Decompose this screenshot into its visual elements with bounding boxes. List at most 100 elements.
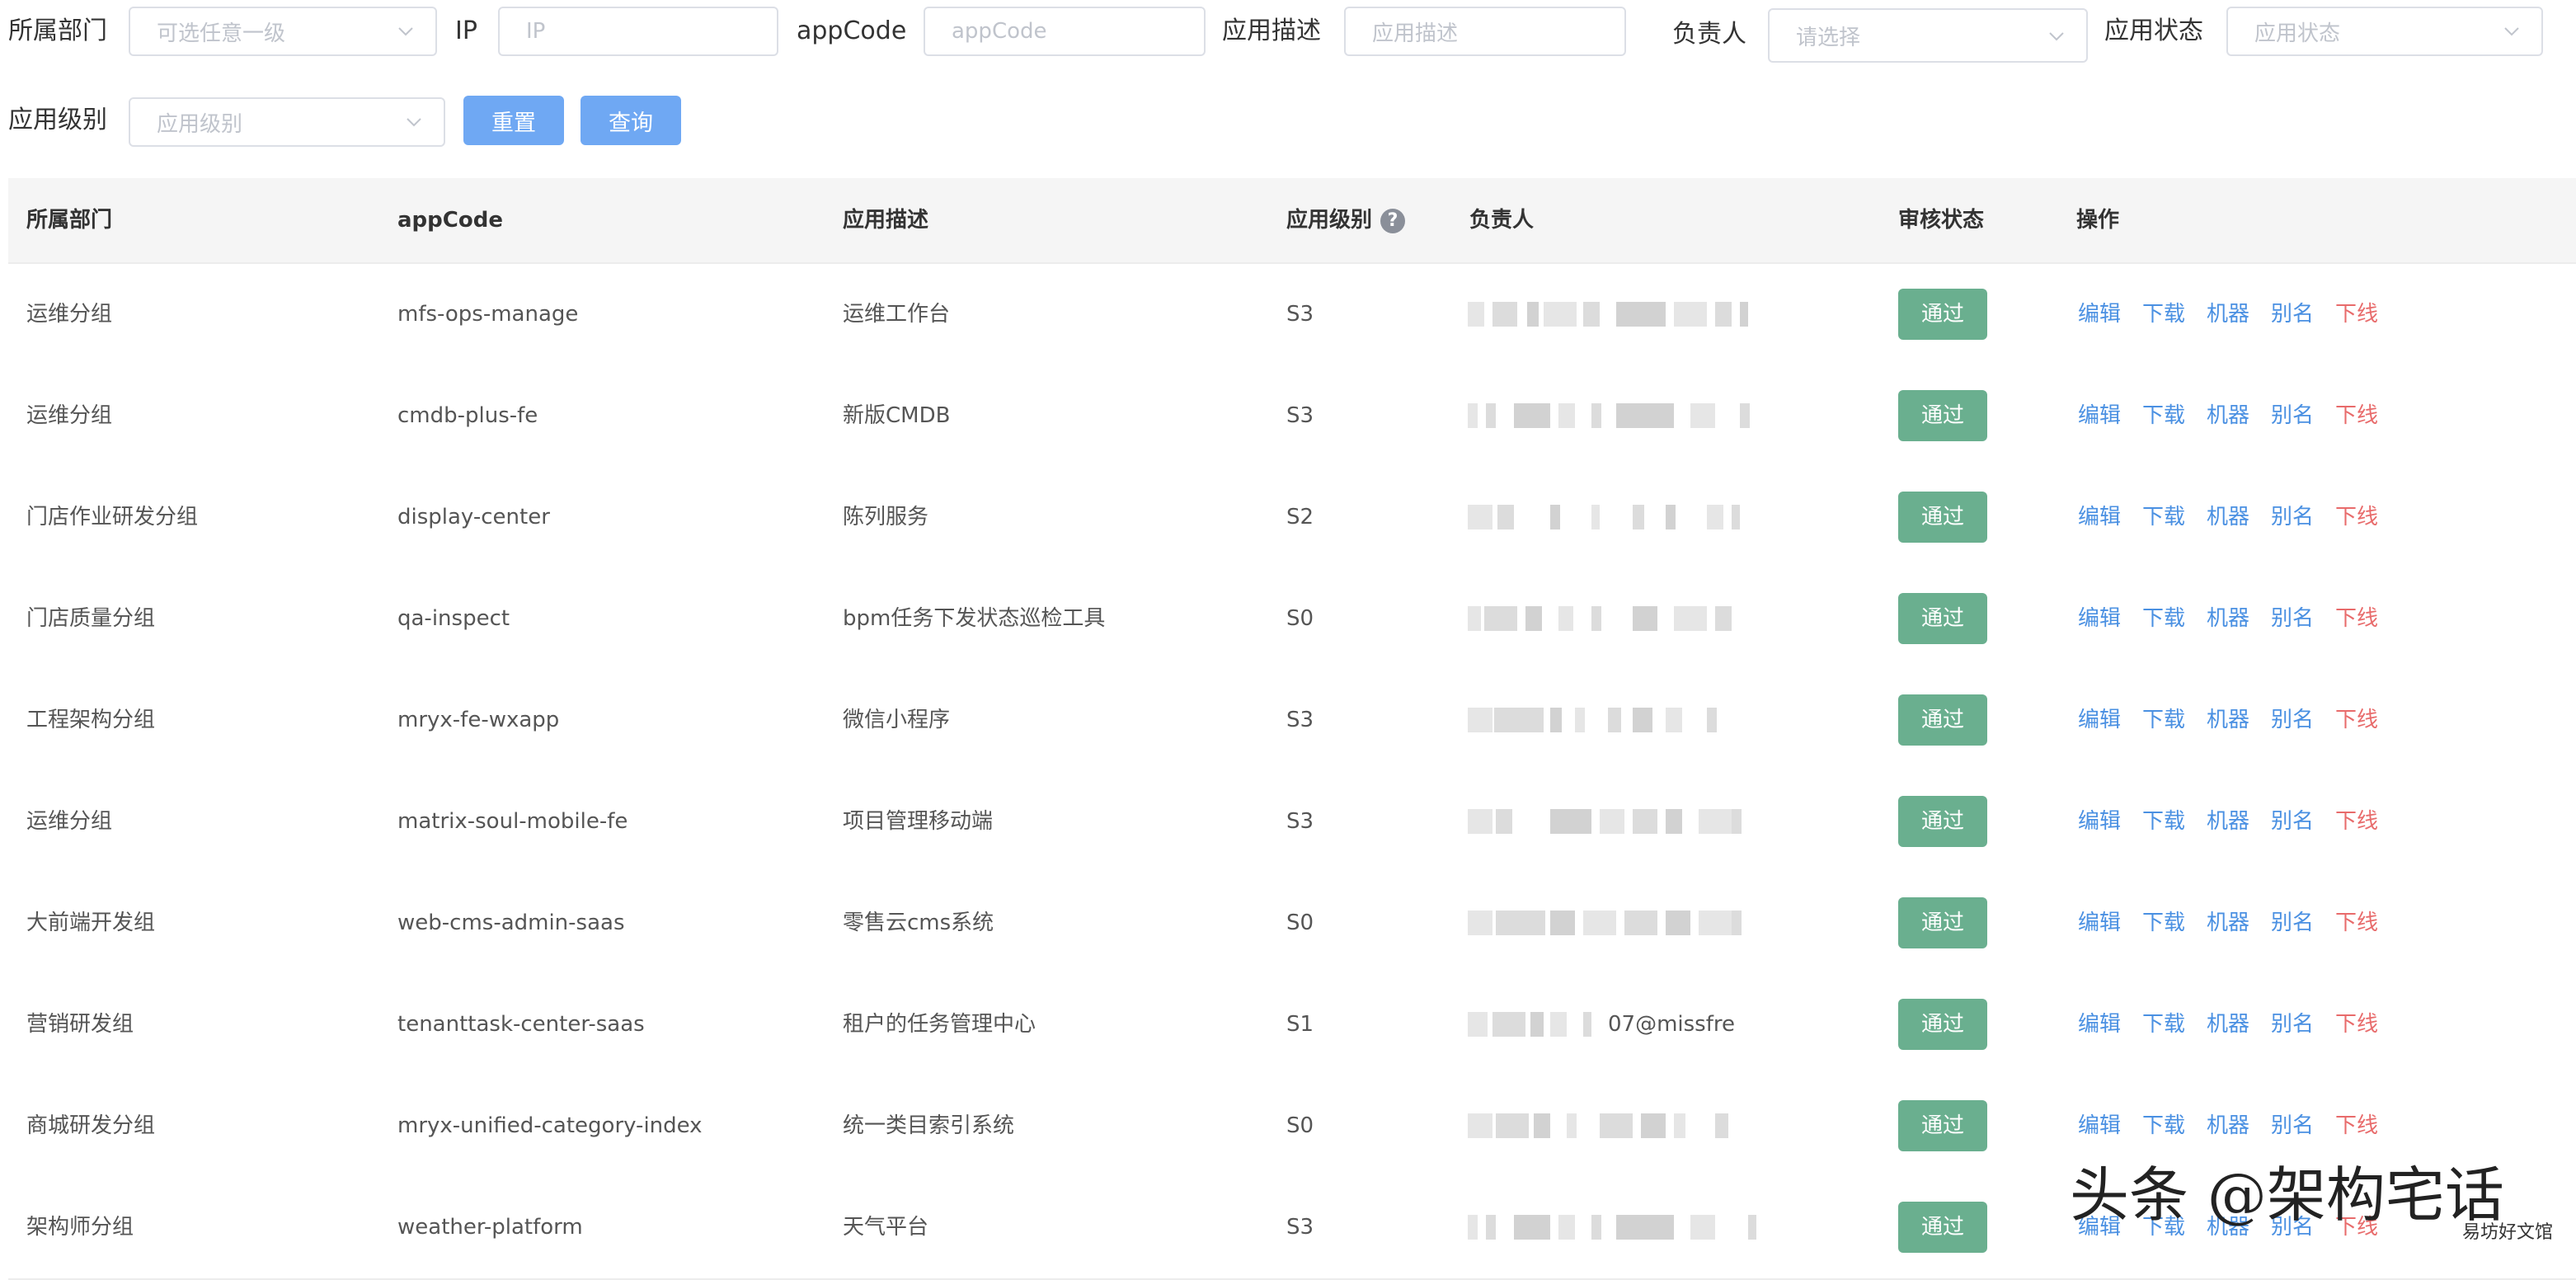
offline-link[interactable]: 下线 bbox=[2335, 771, 2378, 873]
cell-desc: 租户的任务管理中心 bbox=[843, 1012, 1037, 1037]
owner-blurred bbox=[1468, 1113, 1765, 1138]
download-link[interactable]: 下载 bbox=[2142, 771, 2185, 873]
alias-link[interactable]: 别名 bbox=[2271, 365, 2314, 467]
help-icon[interactable]: ? bbox=[1380, 208, 1406, 233]
watermark-main: 头条 @架构宅话 bbox=[2070, 1160, 2504, 1230]
cell-level: S0 bbox=[1286, 911, 1314, 935]
edit-link[interactable]: 编辑 bbox=[2078, 974, 2121, 1075]
machine-link[interactable]: 机器 bbox=[2207, 670, 2249, 771]
table-row: 营销研发组 tenanttask-center-saas 租户的任务管理中心 S1 07… bbox=[8, 974, 2576, 1077]
col-ops: 操作 bbox=[2076, 208, 2120, 233]
alias-link[interactable]: 别名 bbox=[2271, 568, 2314, 670]
machine-link[interactable]: 机器 bbox=[2207, 365, 2249, 467]
offline-link[interactable]: 下线 bbox=[2335, 365, 2378, 467]
cell-dept: 运维分组 bbox=[26, 302, 113, 327]
owner-select[interactable]: 请选择 bbox=[1768, 8, 2088, 63]
offline-link[interactable]: 下线 bbox=[2335, 670, 2378, 771]
machine-link[interactable]: 机器 bbox=[2207, 974, 2249, 1075]
owner-blurred bbox=[1468, 708, 1765, 732]
edit-link[interactable]: 编辑 bbox=[2078, 771, 2121, 873]
download-link[interactable]: 下载 bbox=[2142, 568, 2185, 670]
table-row: 运维分组 matrix-soul-mobile-fe 项目管理移动端 S3 通过 编辑 下载… bbox=[8, 771, 2576, 874]
download-link[interactable]: 下载 bbox=[2142, 467, 2185, 568]
cell-level: S0 bbox=[1286, 1113, 1314, 1138]
ip-input-placeholder: IP bbox=[526, 19, 546, 44]
cell-dept: 大前端开发组 bbox=[26, 911, 156, 935]
cell-appcode: web-cms-admin-saas bbox=[397, 911, 625, 935]
owner-blurred bbox=[1468, 911, 1765, 935]
alias-link[interactable]: 别名 bbox=[2271, 771, 2314, 873]
cell-appcode: cmdb-plus-fe bbox=[397, 403, 538, 428]
review-status-badge: 通过 bbox=[1898, 897, 1987, 948]
col-appcode: appCode bbox=[397, 208, 503, 233]
cell-desc: 新版CMDB bbox=[843, 403, 951, 428]
review-status-badge: 通过 bbox=[1898, 999, 1987, 1050]
edit-link[interactable]: 编辑 bbox=[2078, 467, 2121, 568]
alias-link[interactable]: 别名 bbox=[2271, 974, 2314, 1075]
cell-appcode: weather-platform bbox=[397, 1215, 583, 1240]
dept-select[interactable]: 可选任意一级 bbox=[129, 7, 437, 56]
status-select[interactable]: 应用状态 bbox=[2226, 7, 2543, 56]
review-status-badge: 通过 bbox=[1898, 289, 1987, 340]
cell-appcode: mfs-ops-manage bbox=[397, 302, 579, 327]
owner-blurred bbox=[1468, 1215, 1765, 1240]
table-row: 运维分组 cmdb-plus-fe 新版CMDB S3 通过 编辑 下载 机器 别名 下线 bbox=[8, 365, 2576, 468]
col-owner: 负责人 bbox=[1469, 208, 1535, 233]
table-row: 门店作业研发分组 display-center 陈列服务 S2 通过 编辑 下载 机器 别名 下线 bbox=[8, 467, 2576, 570]
edit-link[interactable]: 编辑 bbox=[2078, 873, 2121, 974]
status-select-placeholder: 应用状态 bbox=[2254, 21, 2341, 46]
download-link[interactable]: 下载 bbox=[2142, 264, 2185, 365]
offline-link[interactable]: 下线 bbox=[2335, 873, 2378, 974]
cell-dept: 架构师分组 bbox=[26, 1215, 134, 1240]
col-review: 审核状态 bbox=[1898, 208, 1985, 233]
download-link[interactable]: 下载 bbox=[2142, 365, 2185, 467]
filter-level-label: 应用级别 bbox=[8, 106, 107, 134]
download-link[interactable]: 下载 bbox=[2142, 974, 2185, 1075]
machine-link[interactable]: 机器 bbox=[2207, 568, 2249, 670]
edit-link[interactable]: 编辑 bbox=[2078, 264, 2121, 365]
offline-link[interactable]: 下线 bbox=[2335, 568, 2378, 670]
reset-button[interactable]: 重置 bbox=[463, 96, 564, 145]
offline-link[interactable]: 下线 bbox=[2335, 974, 2378, 1075]
cell-dept: 运维分组 bbox=[26, 809, 113, 834]
cell-dept: 门店质量分组 bbox=[26, 606, 156, 631]
alias-link[interactable]: 别名 bbox=[2271, 467, 2314, 568]
chevron-down-icon bbox=[2049, 32, 2064, 41]
level-select-placeholder: 应用级别 bbox=[157, 111, 243, 137]
table-row: 运维分组 mfs-ops-manage 运维工作台 S3 通过 编辑 下载 机器 别名 下线 bbox=[8, 264, 2576, 367]
machine-link[interactable]: 机器 bbox=[2207, 264, 2249, 365]
col-dept: 所属部门 bbox=[26, 208, 113, 233]
machine-link[interactable]: 机器 bbox=[2207, 467, 2249, 568]
cell-appcode: display-center bbox=[397, 505, 550, 529]
filter-dept-label: 所属部门 bbox=[8, 16, 107, 45]
alias-link[interactable]: 别名 bbox=[2271, 873, 2314, 974]
filter-owner-label: 负责人 bbox=[1672, 20, 1746, 49]
query-button[interactable]: 查询 bbox=[581, 96, 681, 145]
appcode-input[interactable]: appCode bbox=[924, 7, 1206, 56]
machine-link[interactable]: 机器 bbox=[2207, 771, 2249, 873]
desc-input[interactable]: 应用描述 bbox=[1344, 7, 1626, 56]
ip-input[interactable]: IP bbox=[498, 7, 778, 56]
level-select[interactable]: 应用级别 bbox=[129, 97, 445, 147]
offline-link[interactable]: 下线 bbox=[2335, 467, 2378, 568]
edit-link[interactable]: 编辑 bbox=[2078, 568, 2121, 670]
cell-level: S2 bbox=[1286, 505, 1314, 529]
cell-desc: 零售云cms系统 bbox=[843, 911, 994, 935]
edit-link[interactable]: 编辑 bbox=[2078, 670, 2121, 771]
machine-link[interactable]: 机器 bbox=[2207, 873, 2249, 974]
offline-link[interactable]: 下线 bbox=[2335, 264, 2378, 365]
cell-desc: 陈列服务 bbox=[843, 505, 929, 529]
review-status-badge: 通过 bbox=[1898, 1202, 1987, 1253]
cell-desc: 项目管理移动端 bbox=[843, 809, 994, 834]
download-link[interactable]: 下载 bbox=[2142, 670, 2185, 771]
cell-desc: 运维工作台 bbox=[843, 302, 951, 327]
alias-link[interactable]: 别名 bbox=[2271, 670, 2314, 771]
download-link[interactable]: 下载 bbox=[2142, 873, 2185, 974]
edit-link[interactable]: 编辑 bbox=[2078, 365, 2121, 467]
review-status-badge: 通过 bbox=[1898, 492, 1987, 543]
cell-appcode: tenanttask-center-saas bbox=[397, 1012, 645, 1037]
dept-select-placeholder: 可选任意一级 bbox=[157, 21, 286, 46]
alias-link[interactable]: 别名 bbox=[2271, 264, 2314, 365]
cell-appcode: matrix-soul-mobile-fe bbox=[397, 809, 628, 834]
cell-level: S3 bbox=[1286, 1215, 1314, 1240]
